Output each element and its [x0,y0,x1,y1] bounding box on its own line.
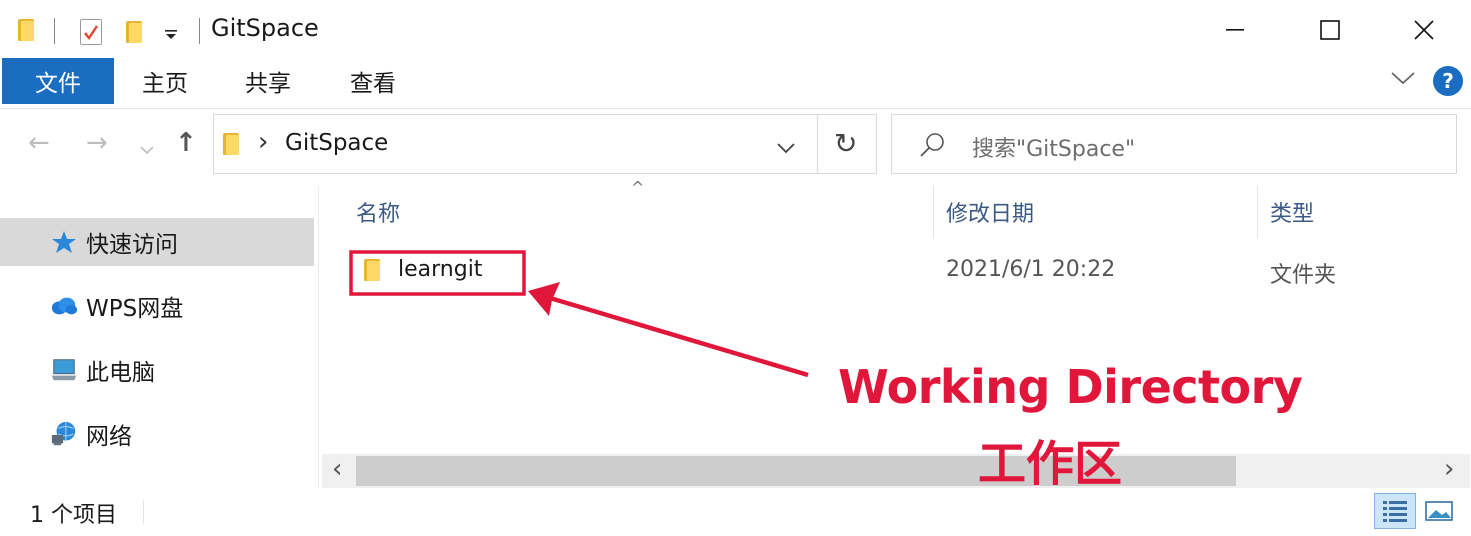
large-icons-view-button[interactable] [1424,496,1454,526]
annotation-arrow-line [549,295,809,378]
details-view-button[interactable] [1374,493,1416,529]
large-icons-view-icon [1425,501,1453,521]
annotation-overlay [349,250,809,378]
highlight-box [349,250,526,296]
annotation-subtitle: 工作区 [978,436,1123,492]
annotation-title: Working Directory [838,360,1303,414]
status-divider [143,500,144,524]
details-view-icon [1383,501,1407,522]
status-item-count: 1 个项目 [30,503,117,528]
